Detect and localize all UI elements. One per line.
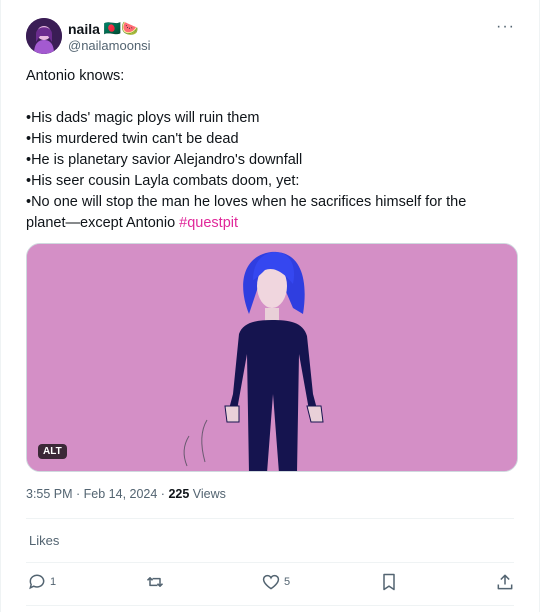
- divider: [26, 605, 514, 606]
- bookmark-icon: [379, 572, 399, 592]
- likes-link[interactable]: Likes: [29, 533, 59, 548]
- like-button[interactable]: 5: [261, 572, 290, 592]
- reply-button[interactable]: 1: [27, 572, 56, 592]
- share-icon: [495, 572, 515, 592]
- author-name[interactable]: naila: [68, 21, 100, 37]
- action-bar: 1 5: [27, 572, 517, 594]
- views-label: Views: [189, 487, 226, 501]
- views-count: 225: [168, 487, 190, 501]
- timestamp[interactable]: 3:55 PM · Feb 14, 2024 ·: [26, 487, 168, 501]
- retweet-button[interactable]: [145, 572, 165, 592]
- author-emojis: 🇧🇩🍉: [103, 20, 139, 36]
- more-options-icon[interactable]: ···: [496, 18, 515, 36]
- alt-badge[interactable]: ALT: [38, 444, 67, 459]
- tweet-card: naila 🇧🇩🍉 @nailamoonsi ··· Antonio knows…: [0, 0, 540, 612]
- divider: [26, 518, 514, 519]
- author-handle[interactable]: @nailamoonsi: [68, 38, 151, 53]
- tweet-meta: 3:55 PM · Feb 14, 2024 · 225 Views: [26, 487, 226, 501]
- hashtag-link[interactable]: #questpit: [179, 215, 238, 231]
- heart-icon: [261, 572, 281, 592]
- character-illustration: [27, 244, 517, 471]
- retweet-icon: [145, 572, 165, 592]
- tweet-text: Antonio knows: •His dads' magic ploys wi…: [26, 66, 506, 234]
- reply-icon: [27, 572, 47, 592]
- share-button[interactable]: [495, 572, 515, 592]
- like-count: 5: [284, 576, 291, 588]
- divider: [26, 562, 514, 563]
- tweet-body: Antonio knows: •His dads' magic ploys wi…: [26, 68, 467, 231]
- media-image[interactable]: ALT: [26, 243, 518, 472]
- author-name-row[interactable]: naila 🇧🇩🍉: [68, 20, 139, 37]
- avatar[interactable]: [26, 18, 62, 54]
- bookmark-button[interactable]: [379, 572, 399, 592]
- reply-count: 1: [50, 576, 57, 588]
